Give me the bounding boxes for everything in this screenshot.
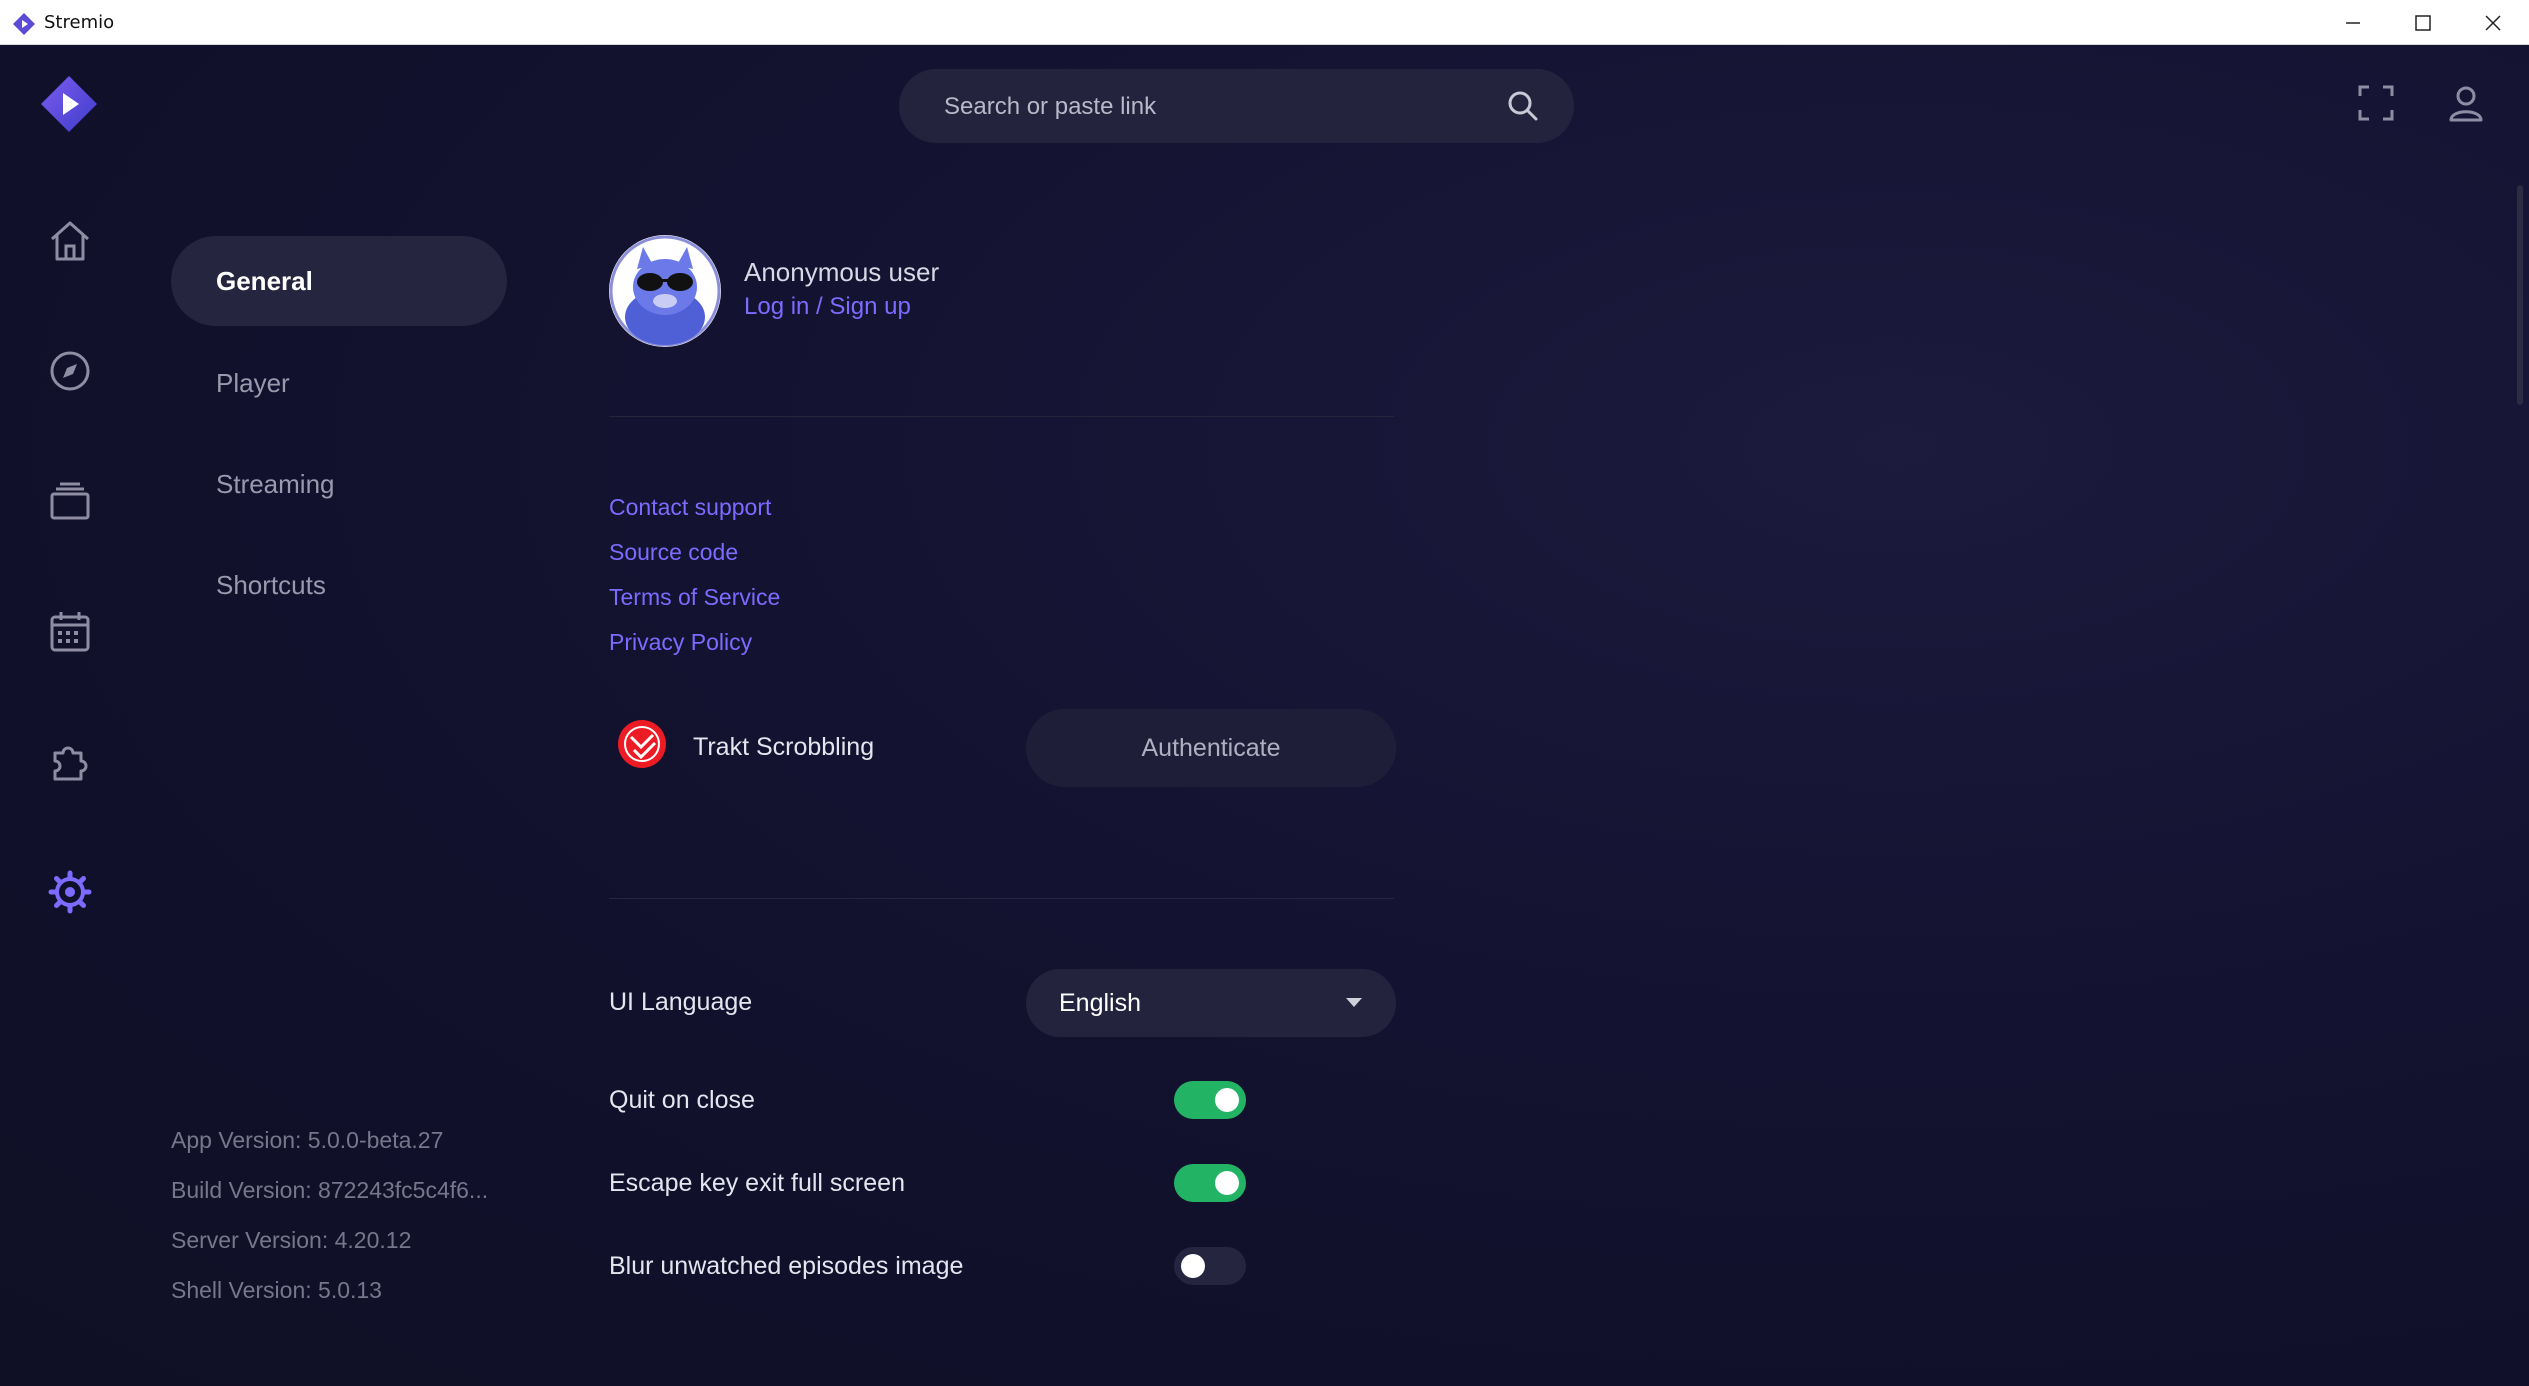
home-icon (51, 221, 89, 261)
settings-menu-label: Shortcuts (216, 570, 326, 600)
privacy-policy-link[interactable]: Privacy Policy (609, 629, 752, 656)
source-code-link[interactable]: Source code (609, 539, 738, 566)
close-button[interactable] (2458, 0, 2528, 45)
quit-on-close-label: Quit on close (609, 1086, 755, 1114)
trakt-scrobbling-label: Trakt Scrobbling (693, 733, 875, 761)
app-surface: Search or paste link General Player Stre… (0, 45, 2529, 1386)
settings-menu-label: Player (216, 368, 290, 398)
blur-unwatched-toggle[interactable] (1174, 1247, 1246, 1285)
nav-settings[interactable] (40, 862, 100, 922)
ui-language-select[interactable]: English (1026, 969, 1396, 1037)
settings-menu-streaming[interactable]: Streaming (171, 439, 507, 529)
settings-content: Anonymous user Log in / Sign up Contact … (609, 45, 1399, 1386)
build-version: Build Version: 872243fc5c4f6... (171, 1177, 489, 1203)
profile-icon[interactable] (2446, 83, 2486, 123)
nav-discover[interactable] (40, 341, 100, 401)
blur-unwatched-label: Blur unwatched episodes image (609, 1252, 964, 1280)
maximize-icon (2415, 14, 2431, 31)
window-titlebar: Stremio (0, 0, 2529, 45)
fullscreen-icon[interactable] (2356, 83, 2396, 123)
trakt-icon (618, 720, 666, 768)
stremio-logo[interactable] (40, 75, 98, 133)
avatar[interactable] (609, 235, 721, 347)
escape-exit-fullscreen-toggle[interactable] (1174, 1164, 1246, 1202)
escape-exit-fullscreen-label: Escape key exit full screen (609, 1169, 905, 1197)
chevron-down-icon (1346, 998, 1362, 1007)
contact-support-link[interactable]: Contact support (609, 494, 771, 521)
settings-icon (48, 870, 92, 914)
toggle-knob (1181, 1254, 1205, 1278)
settings-menu-shortcuts[interactable]: Shortcuts (171, 540, 507, 630)
settings-menu-label: Streaming (216, 469, 335, 499)
close-icon (2485, 14, 2501, 31)
stremio-app-icon (13, 13, 35, 35)
app-version: App Version: 5.0.0-beta.27 (171, 1127, 444, 1153)
settings-menu-label: General (216, 266, 313, 296)
version-info: App Version: 5.0.0-beta.27 Build Version… (171, 1125, 511, 1325)
login-signup-link[interactable]: Log in / Sign up (744, 293, 911, 321)
settings-menu-player[interactable]: Player (171, 338, 507, 428)
username: Anonymous user (744, 257, 940, 287)
quit-on-close-toggle[interactable] (1174, 1081, 1246, 1119)
calendar-icon (50, 612, 90, 652)
ui-language-label: UI Language (609, 988, 753, 1016)
divider (609, 416, 1394, 417)
search-icon[interactable] (1506, 89, 1540, 123)
scrollbar[interactable] (2517, 185, 2523, 405)
toggle-knob (1215, 1171, 1239, 1195)
minimize-button[interactable] (2318, 0, 2388, 45)
ui-language-value: English (1059, 989, 1141, 1017)
discover-icon (50, 351, 90, 391)
minimize-icon (2346, 21, 2360, 24)
nav-addons[interactable] (40, 732, 100, 792)
window-title: Stremio (44, 12, 115, 33)
server-version: Server Version: 4.20.12 (171, 1227, 412, 1253)
nav-calendar[interactable] (40, 602, 100, 662)
nav-library[interactable] (40, 471, 100, 531)
terms-of-service-link[interactable]: Terms of Service (609, 584, 780, 611)
authenticate-button[interactable]: Authenticate (1026, 709, 1396, 787)
divider (609, 898, 1394, 899)
toggle-knob (1215, 1088, 1239, 1112)
library-icon (50, 482, 90, 520)
addons-icon (53, 746, 88, 781)
avatar-image (609, 235, 721, 347)
nav-rail (0, 45, 140, 1386)
maximize-button[interactable] (2388, 0, 2458, 45)
nav-home[interactable] (40, 211, 100, 271)
shell-version: Shell Version: 5.0.13 (171, 1277, 382, 1303)
settings-menu-general[interactable]: General (171, 236, 507, 326)
